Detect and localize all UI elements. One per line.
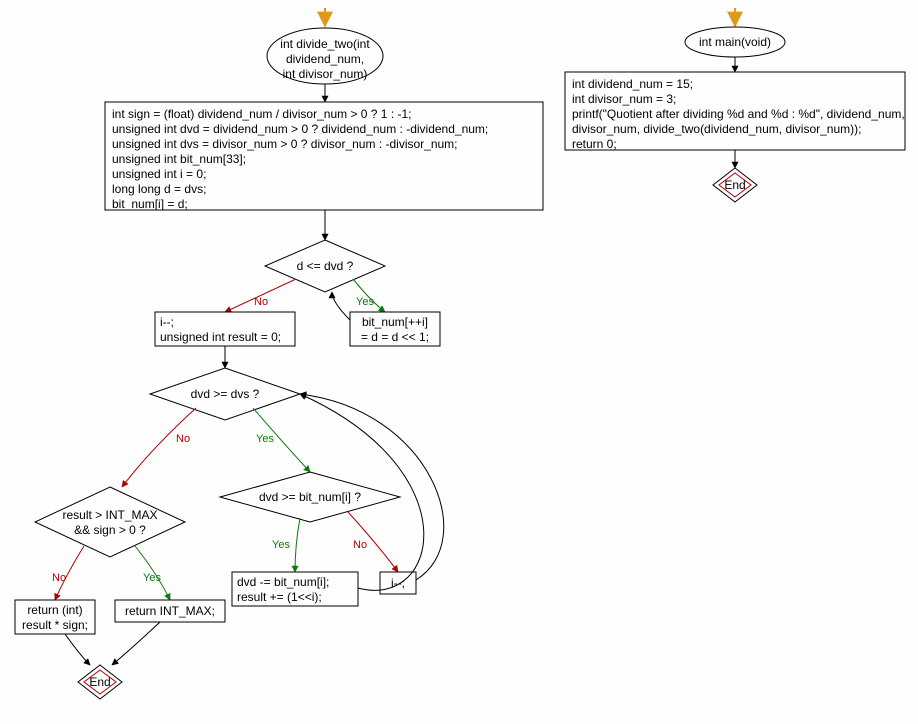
start-node-main bbox=[685, 27, 785, 57]
edge bbox=[112, 622, 160, 665]
flowchart-canvas bbox=[0, 0, 918, 724]
process-init bbox=[105, 102, 543, 210]
start-node-divide-two bbox=[267, 28, 383, 84]
edge-yes bbox=[353, 279, 385, 312]
process-subtract-accumulate bbox=[232, 572, 358, 606]
process-bitnum-shift bbox=[350, 312, 440, 346]
edge bbox=[65, 634, 90, 665]
process-return-intmax bbox=[115, 600, 225, 622]
edge-no bbox=[55, 546, 84, 600]
decision-d-le-dvd bbox=[265, 240, 385, 292]
edge-no bbox=[122, 408, 196, 487]
process-i-dec-result0 bbox=[155, 312, 295, 346]
edge-no bbox=[225, 279, 296, 312]
edge-yes bbox=[135, 546, 170, 600]
decision-dvd-ge-dvs bbox=[150, 368, 300, 420]
decision-result-intmax bbox=[35, 487, 185, 557]
edge-yes bbox=[295, 518, 300, 572]
process-return-result-sign bbox=[15, 600, 95, 634]
process-main-body bbox=[565, 72, 905, 150]
decision-dvd-ge-bitnum bbox=[220, 472, 400, 522]
edge-yes bbox=[253, 408, 310, 472]
edge bbox=[332, 292, 350, 320]
edge-no bbox=[348, 512, 398, 572]
process-i-dec bbox=[380, 572, 416, 594]
